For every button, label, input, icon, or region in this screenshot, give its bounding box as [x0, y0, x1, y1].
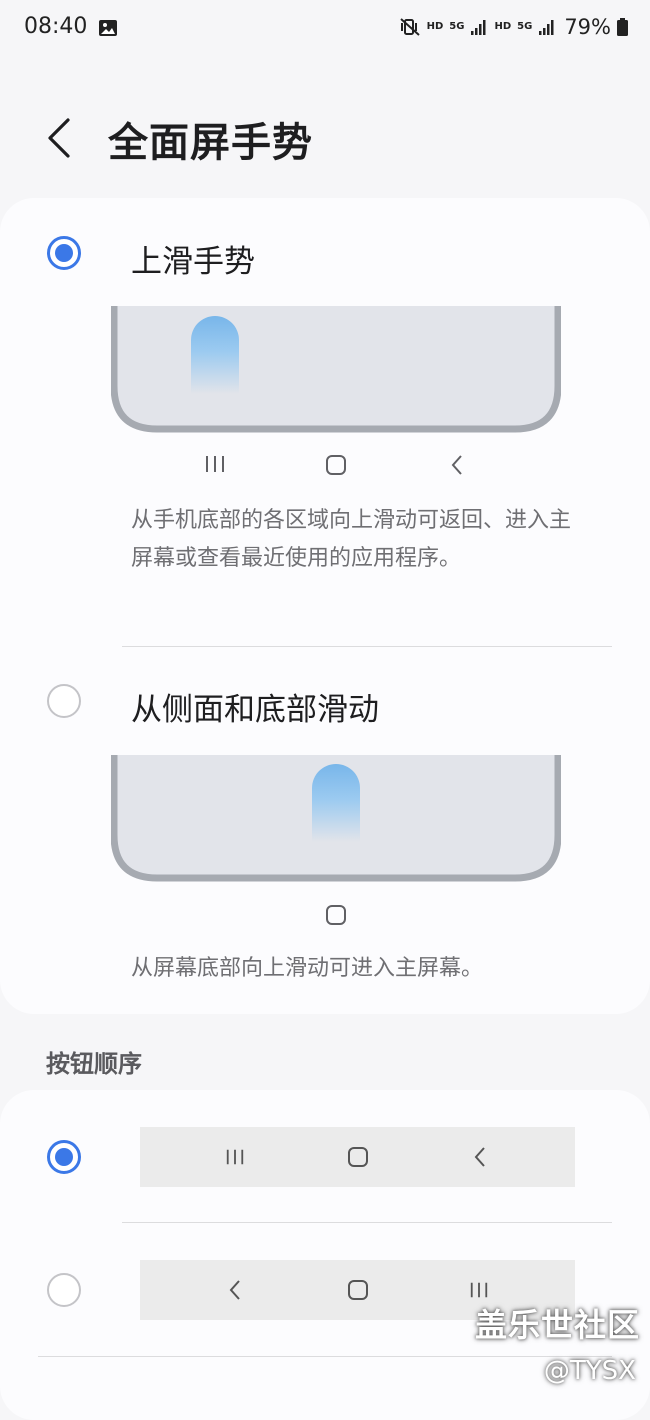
recents-icon [226, 1149, 244, 1165]
hd-badge-2: HD [494, 21, 512, 32]
radio-button-order-1[interactable] [47, 1140, 81, 1174]
network-5g-1: 5G [449, 21, 465, 32]
vibrate-mute-icon [399, 18, 420, 36]
watermark-handle: @TYSX [543, 1356, 636, 1386]
back-button[interactable] [40, 112, 84, 164]
home-icon [348, 1147, 368, 1167]
battery-percent: 79% [564, 15, 611, 39]
option-label-swipe-side-bottom[interactable]: 从侧面和底部滑动 [131, 684, 379, 729]
hd-badge-1: HD [426, 21, 444, 32]
battery-icon [617, 18, 628, 36]
divider [122, 646, 612, 647]
radio-swipe-side-bottom[interactable] [47, 684, 81, 718]
button-order-preview-1[interactable] [140, 1127, 575, 1187]
home-icon [326, 905, 346, 925]
nav-hint-row-2 [111, 902, 561, 932]
option-label-swipe-up[interactable]: 上滑手势 [131, 236, 255, 281]
status-icons: HD 5G HD 5G 79% [399, 15, 628, 39]
section-title-button-order: 按钮顺序 [46, 1050, 142, 1078]
option-description-swipe-up: 从手机底部的各区域向上滑动可返回、进入主屏幕或查看最近使用的应用程序。 [131, 508, 572, 571]
option-description-swipe-side: 从屏幕底部向上滑动可进入主屏幕。 [131, 956, 484, 981]
radio-button-order-2[interactable] [47, 1273, 81, 1307]
recents-icon [206, 456, 224, 472]
back-icon [451, 455, 462, 475]
signal-icon-1 [471, 20, 486, 35]
home-icon [326, 455, 346, 475]
back-icon [229, 1280, 240, 1300]
status-time: 08:40 [24, 14, 88, 39]
home-icon [348, 1280, 368, 1300]
finger-swipe-icon [312, 764, 360, 842]
divider [38, 1356, 612, 1357]
page-title: 全面屏手势 [108, 120, 313, 166]
status-bar: 08:40 HD 5G HD 5G 79% [0, 0, 650, 60]
gallery-notification-icon [99, 20, 117, 36]
network-5g-2: 5G [517, 21, 533, 32]
finger-swipe-icon [191, 316, 239, 394]
gesture-options-card: 上滑手势 从手机底部的各区域向上滑动可返回、进入主屏幕或查看最近使用的应用程序。… [0, 198, 650, 1014]
back-icon [474, 1147, 485, 1167]
signal-icon-2 [539, 20, 554, 35]
recents-icon [470, 1282, 488, 1298]
nav-hint-row-1 [111, 452, 561, 482]
divider [122, 1222, 612, 1223]
radio-swipe-up-gestures[interactable] [47, 236, 81, 270]
swipe-up-illustration [111, 306, 561, 433]
watermark-text: 盖乐世社区 [474, 1306, 640, 1344]
